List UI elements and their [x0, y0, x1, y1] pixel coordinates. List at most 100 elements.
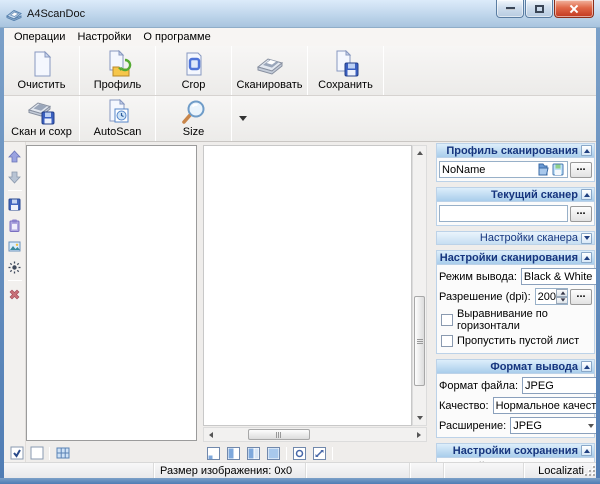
delete-icon: [9, 289, 20, 299]
collapse-button[interactable]: [581, 361, 592, 372]
scroll-up-button[interactable]: [413, 146, 426, 160]
scanner-panel-header[interactable]: Текущий сканер: [437, 188, 594, 202]
dpi-browse-button[interactable]: ...: [570, 288, 592, 305]
output-mode-select[interactable]: Black & White: [520, 268, 596, 285]
zoom-fit-button[interactable]: [311, 445, 328, 462]
save-settings-header-label: Настройки сохранения: [452, 444, 578, 457]
status-cell: [4, 463, 154, 478]
save-icon: [8, 198, 21, 210]
collapse-button[interactable]: [581, 145, 592, 156]
crop-button[interactable]: Crop: [156, 46, 231, 95]
move-down-button[interactable]: [6, 169, 23, 185]
clear-page-icon: [28, 50, 56, 78]
deselect-button[interactable]: [28, 445, 45, 462]
scanner-settings-bar[interactable]: Настройки сканера: [436, 231, 595, 245]
select-all-button[interactable]: [8, 445, 25, 462]
size-dropdown-button[interactable]: [232, 96, 254, 141]
profile-button[interactable]: Профиль: [80, 46, 155, 95]
delete-button[interactable]: [6, 286, 23, 302]
skip-blank-label: Пропустить пустой лист: [457, 335, 580, 347]
skip-blank-checkbox[interactable]: [441, 335, 453, 347]
scan-button[interactable]: Сканировать: [232, 46, 307, 95]
profile-name-value: NoName: [442, 163, 486, 176]
output-format-header[interactable]: Формат вывода: [437, 360, 594, 374]
menu-settings[interactable]: Настройки: [71, 29, 137, 45]
align-horizontal-label: Выравнивание по горизонтали: [457, 308, 548, 332]
spin-up-icon: [560, 291, 566, 295]
strip-separator: [7, 280, 22, 281]
window-border-left: [0, 28, 4, 484]
brightness-button[interactable]: [6, 259, 23, 275]
actual-size-button[interactable]: [265, 445, 282, 462]
dpi-stepper[interactable]: [556, 289, 567, 304]
save-button-label: Сохранить: [318, 79, 373, 91]
crop-button-label: Crop: [181, 79, 206, 91]
profile-panel-header[interactable]: Профиль сканирования: [437, 144, 594, 158]
preview-vertical-scrollbar[interactable]: [412, 145, 427, 426]
title-bar[interactable]: A4ScanDoc: [0, 0, 600, 28]
collapse-up-icon: [583, 192, 590, 197]
scan-settings-header[interactable]: Настройки сканирования: [437, 251, 594, 265]
save-button[interactable]: Сохранить: [308, 46, 383, 95]
profile-browse-button[interactable]: ...: [570, 161, 592, 178]
scroll-grip: [417, 339, 423, 340]
scanner-header-label: Текущий сканер: [491, 188, 578, 201]
dpi-field[interactable]: 200: [534, 288, 568, 305]
profile-name-field[interactable]: NoName: [439, 161, 568, 178]
scroll-right-button[interactable]: [412, 428, 426, 441]
file-format-select[interactable]: JPEG: [522, 377, 596, 394]
stepper-down[interactable]: [556, 296, 567, 304]
menu-about[interactable]: О программе: [137, 29, 216, 45]
autoscan-button[interactable]: AutoScan: [80, 96, 155, 141]
menu-operations[interactable]: Операции: [8, 29, 71, 45]
fit-height-icon: [247, 446, 260, 460]
clear-button[interactable]: Очистить: [4, 46, 79, 95]
minimize-icon: [505, 7, 515, 10]
vertical-scroll-thumb[interactable]: [414, 296, 425, 386]
thumbnail-toolbar: [8, 444, 71, 462]
extension-label: Расширение:: [439, 419, 507, 432]
settings-sidebar: Профиль сканирования NoName ... Текущий …: [435, 142, 596, 462]
scroll-down-button[interactable]: [413, 411, 426, 425]
collapse-button[interactable]: [581, 445, 592, 456]
quality-label: Качество:: [439, 399, 489, 412]
paste-button[interactable]: [6, 217, 23, 233]
save-profile-icon[interactable]: [550, 163, 565, 177]
collapse-button[interactable]: [581, 189, 592, 200]
scanner-name-field[interactable]: [439, 205, 568, 222]
resize-grip[interactable]: [585, 466, 595, 476]
expand-button[interactable]: [581, 232, 592, 244]
collapse-button[interactable]: [581, 252, 592, 263]
open-profile-icon[interactable]: [535, 163, 550, 177]
save-image-button[interactable]: [6, 196, 23, 212]
collapse-up-icon: [583, 255, 590, 260]
window-border-right: [596, 28, 600, 484]
align-horizontal-checkbox[interactable]: [441, 314, 453, 326]
size-button[interactable]: Size: [156, 96, 231, 141]
close-button[interactable]: [554, 0, 594, 18]
scan-and-save-button[interactable]: Скан и сохр: [4, 96, 79, 141]
extension-select[interactable]: JPEG: [510, 417, 596, 434]
fit-width-button[interactable]: [225, 445, 242, 462]
horizontal-scroll-thumb[interactable]: [248, 429, 310, 440]
zoom-original-button[interactable]: [291, 445, 308, 462]
move-up-button[interactable]: [6, 148, 23, 164]
fit-page-button[interactable]: [205, 445, 222, 462]
scanner-browse-button[interactable]: ...: [570, 205, 592, 222]
stepper-up[interactable]: [556, 289, 567, 297]
scroll-left-button[interactable]: [204, 428, 218, 441]
save-settings-header[interactable]: Настройки сохранения: [437, 444, 594, 458]
scroll-grip: [276, 432, 277, 438]
status-cell: [444, 463, 524, 478]
scanner-settings-label: Настройки сканера: [479, 232, 578, 244]
fit-height-button[interactable]: [245, 445, 262, 462]
zoom-fit-icon: [313, 446, 326, 460]
output-mode-value: Black & White: [523, 270, 593, 283]
quality-select[interactable]: Нормальное качество: [492, 397, 596, 414]
minimize-button[interactable]: [496, 0, 524, 18]
maximize-button[interactable]: [525, 0, 553, 18]
image-effects-button[interactable]: [6, 238, 23, 254]
preview-horizontal-scrollbar[interactable]: [203, 427, 427, 442]
thumbnails-view-button[interactable]: [54, 445, 71, 462]
collapse-up-icon: [583, 448, 590, 453]
